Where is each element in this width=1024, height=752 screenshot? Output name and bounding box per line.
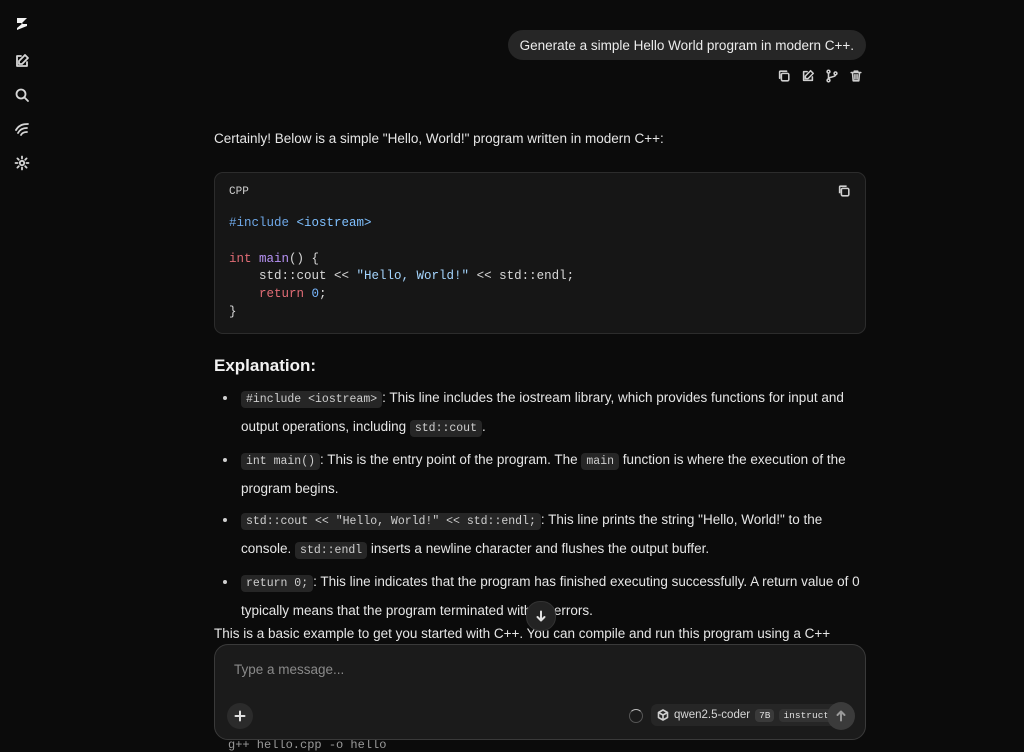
code-block: CPP #include <iostream> int main() { std… <box>214 172 866 334</box>
code-token: "Hello, World!" <box>356 269 470 284</box>
list-item-text: inserts a newline character and flushes … <box>367 541 710 556</box>
inline-code: std::cout <box>409 420 482 437</box>
delete-icon[interactable] <box>848 68 864 84</box>
workspace-icon[interactable] <box>12 119 32 139</box>
copy-code-icon[interactable] <box>837 184 853 200</box>
app-logo-icon[interactable] <box>12 14 32 34</box>
code-token: int <box>229 251 252 266</box>
list-item: std::cout << "Hello, World!" << std::end… <box>214 506 866 564</box>
inline-code: return 0; <box>241 575 314 592</box>
trailing-code-snippet: g++ hello.cpp -o hello <box>228 738 387 752</box>
arrow-down-icon <box>536 610 546 622</box>
response-intro: Certainly! Below is a simple "Hello, Wor… <box>214 131 664 146</box>
code-content: #include <iostream> int main() { std::co… <box>229 215 574 322</box>
model-selector[interactable]: qwen2.5-coder 7B instruct <box>651 704 840 726</box>
loading-spinner-icon <box>629 709 643 723</box>
message-actions <box>776 68 864 84</box>
message-input[interactable] <box>232 657 796 681</box>
inline-code: std::cout << "Hello, World!" << std::end… <box>241 513 541 530</box>
list-item: #include <iostream>: This line includes … <box>214 384 866 442</box>
explanation-list: #include <iostream>: This line includes … <box>214 384 866 628</box>
copy-icon[interactable] <box>776 68 792 84</box>
attach-button[interactable] <box>227 703 253 729</box>
inline-code: main <box>581 453 620 470</box>
cube-icon <box>657 709 669 721</box>
list-item: int main(): This is the entry point of t… <box>214 446 866 502</box>
edit-icon[interactable] <box>800 68 816 84</box>
model-size-badge: 7B <box>755 708 775 722</box>
code-token: main <box>251 251 290 266</box>
inline-code: std::endl <box>295 542 368 559</box>
arrow-up-icon <box>836 710 846 722</box>
code-token: << std::endl; <box>469 269 575 284</box>
list-item-text: . <box>482 419 486 434</box>
model-name: qwen2.5-coder <box>674 709 751 721</box>
code-token: ; <box>319 287 327 302</box>
new-chat-icon[interactable] <box>12 51 32 71</box>
plus-icon <box>234 710 246 722</box>
code-token: 0 <box>304 287 320 302</box>
code-language-label: CPP <box>229 186 249 198</box>
model-variant-badge: instruct <box>779 708 834 722</box>
sidebar-rail <box>0 0 44 748</box>
scroll-to-bottom-button[interactable] <box>526 601 556 631</box>
explanation-heading: Explanation: <box>214 356 317 375</box>
code-token: () { <box>289 251 320 266</box>
code-token: return <box>229 287 305 302</box>
user-message-bubble: Generate a simple Hello World program in… <box>507 30 866 60</box>
send-button[interactable] <box>827 702 855 730</box>
code-token: <iostream> <box>289 216 372 230</box>
code-token: } <box>229 304 237 319</box>
response-outro: This is a basic example to get you start… <box>214 626 831 641</box>
branch-icon[interactable] <box>824 68 840 84</box>
code-token: std::cout << <box>229 269 357 284</box>
search-icon[interactable] <box>12 85 32 105</box>
message-composer: qwen2.5-coder 7B instruct <box>214 644 866 740</box>
list-item-text: : This is the entry point of the program… <box>320 452 582 467</box>
settings-gear-icon[interactable] <box>12 153 32 173</box>
inline-code: int main() <box>241 453 321 470</box>
code-token: #include <box>229 216 290 230</box>
inline-code: #include <iostream> <box>241 391 383 408</box>
